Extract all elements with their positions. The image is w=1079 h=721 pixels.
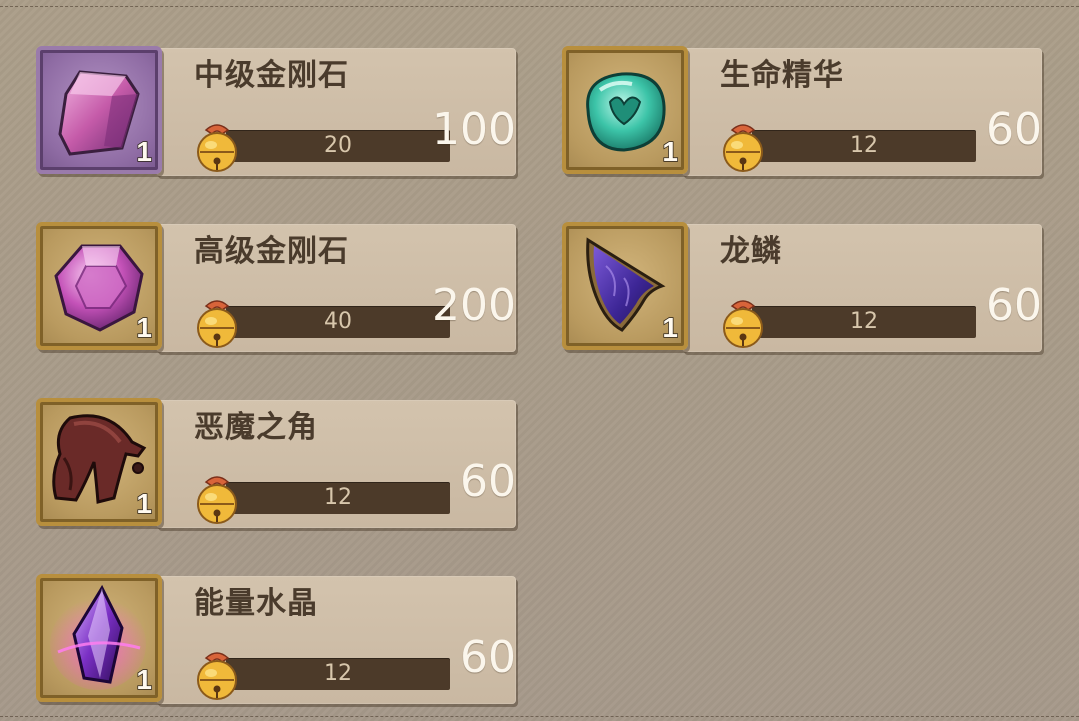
item-quantity: 1 <box>136 311 153 344</box>
bell-icon <box>197 476 237 524</box>
item-card[interactable]: 1 能量水晶 12 60 <box>36 574 520 710</box>
cost-value: 20 <box>324 133 352 158</box>
sell-price: 60 <box>460 456 516 507</box>
cost-value: 12 <box>324 661 352 686</box>
bell-icon <box>723 300 763 348</box>
sell-price: 100 <box>432 104 516 155</box>
item-card[interactable]: 1 龙鳞 12 60 <box>562 222 1046 358</box>
top-divider <box>0 6 1079 7</box>
cost-value: 12 <box>324 485 352 510</box>
cost-bar: 12 <box>226 658 450 690</box>
item-name: 中级金刚石 <box>194 58 349 93</box>
item-quantity: 1 <box>136 487 153 520</box>
item-name: 恶魔之角 <box>194 410 318 445</box>
item-slot[interactable]: 1 <box>36 574 162 702</box>
cost-bar: 12 <box>752 130 976 162</box>
bell-icon <box>197 652 237 700</box>
sell-price: 60 <box>986 280 1042 331</box>
item-name: 龙鳞 <box>720 234 782 269</box>
item-name: 高级金刚石 <box>194 234 349 269</box>
item-name: 能量水晶 <box>194 586 318 621</box>
cost-value: 40 <box>324 309 352 334</box>
cost-value: 12 <box>850 133 878 158</box>
item-slot[interactable]: 1 <box>36 46 162 174</box>
sell-price: 60 <box>986 104 1042 155</box>
bell-icon <box>197 124 237 172</box>
item-quantity: 1 <box>662 311 679 344</box>
cost-bar: 12 <box>226 482 450 514</box>
bell-icon <box>197 300 237 348</box>
cost-value: 12 <box>850 309 878 334</box>
bottom-divider <box>0 716 1079 717</box>
item-card[interactable]: 1 生命精华 12 60 <box>562 46 1046 182</box>
item-slot[interactable]: 1 <box>36 398 162 526</box>
sell-price: 200 <box>432 280 516 331</box>
item-name: 生命精华 <box>720 58 844 93</box>
cost-bar: 12 <box>752 306 976 338</box>
bell-icon <box>723 124 763 172</box>
item-quantity: 1 <box>136 663 153 696</box>
item-card[interactable]: 1 中级金刚石 20 100 <box>36 46 520 182</box>
item-slot[interactable]: 1 <box>36 222 162 350</box>
item-quantity: 1 <box>662 135 679 168</box>
item-card[interactable]: 1 高级金刚石 40 200 <box>36 222 520 358</box>
item-card[interactable]: 1 恶魔之角 12 60 <box>36 398 520 534</box>
cost-bar: 40 <box>226 306 450 338</box>
item-quantity: 1 <box>136 135 153 168</box>
item-slot[interactable]: 1 <box>562 222 688 350</box>
cost-bar: 20 <box>226 130 450 162</box>
sell-price: 60 <box>460 632 516 683</box>
item-slot[interactable]: 1 <box>562 46 688 174</box>
